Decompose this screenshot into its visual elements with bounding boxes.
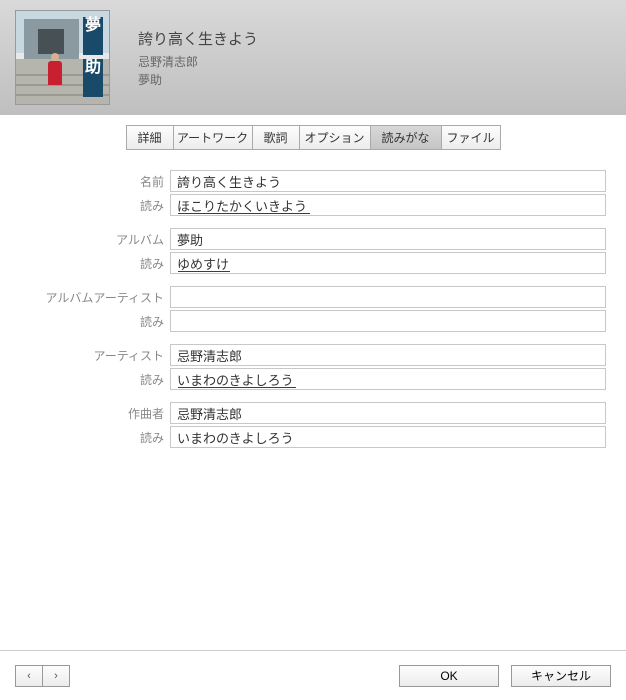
tab-lyrics[interactable]: 歌詞 [252,125,300,150]
tab-sorting[interactable]: 読みがな [370,125,442,150]
spell-underline [178,213,310,215]
artwork-kanji: 助 [83,59,103,97]
artist-field[interactable] [170,344,606,366]
album-field[interactable] [170,228,606,250]
header-artist: 忌野清志郎 [138,53,258,71]
album-artwork: 夢 助 [15,10,110,105]
next-button[interactable]: › [42,665,70,687]
tab-bar: 詳細 アートワーク 歌詞 オプション 読みがな ファイル [0,115,626,150]
tab-options[interactable]: オプション [299,125,371,150]
header-bar: 夢 助 誇り高く生きよう 忌野清志郎 夢助 [0,0,626,115]
spell-underline [178,271,230,273]
composer-field[interactable] [170,402,606,424]
label-album-artist: アルバムアーティスト [0,289,170,306]
header-title: 誇り高く生きよう [138,28,258,49]
cancel-button[interactable]: キャンセル [511,665,611,687]
label-composer: 作曲者 [0,405,170,422]
chevron-left-icon: ‹ [27,670,31,682]
tab-details[interactable]: 詳細 [126,125,174,150]
label-artist-yomi: 読み [0,371,170,388]
artwork-kanji: 夢 [83,17,103,55]
chevron-right-icon: › [54,670,58,682]
ok-button[interactable]: OK [399,665,499,687]
label-album: アルバム [0,231,170,248]
album-artist-yomi-field[interactable] [170,310,606,332]
header-info: 誇り高く生きよう 忌野清志郎 夢助 [138,10,258,89]
album-yomi-field[interactable] [170,252,606,274]
tab-file[interactable]: ファイル [441,125,501,150]
composer-yomi-field[interactable] [170,426,606,448]
prev-button[interactable]: ‹ [15,665,43,687]
spell-underline [178,387,296,389]
header-album: 夢助 [138,71,258,89]
album-artist-field[interactable] [170,286,606,308]
footer-bar: ‹ › OK キャンセル [0,650,626,700]
label-album-yomi: 読み [0,255,170,272]
label-name-yomi: 読み [0,197,170,214]
name-field[interactable] [170,170,606,192]
label-name: 名前 [0,173,170,190]
tab-artwork[interactable]: アートワーク [173,125,253,150]
label-composer-yomi: 読み [0,429,170,446]
label-artist: アーティスト [0,347,170,364]
form-area: 名前 読み アルバム 読み アルバムアーティスト [0,150,626,448]
label-album-artist-yomi: 読み [0,313,170,330]
